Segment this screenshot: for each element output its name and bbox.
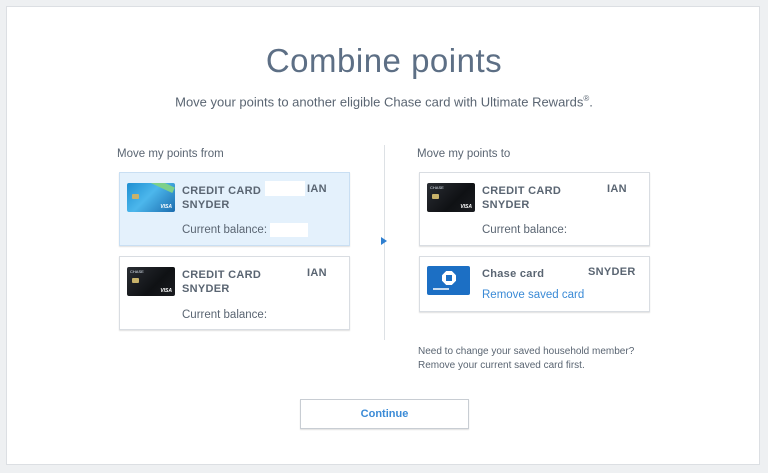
redacted-block: [265, 181, 305, 196]
remove-saved-card-link[interactable]: Remove saved card: [482, 289, 584, 301]
chase-sapphire-card-icon: CHASE VISA: [127, 267, 175, 296]
note-line-2: Remove your current saved card first.: [418, 359, 585, 371]
card-name: CREDIT CARD: [482, 185, 562, 197]
card-chip: [432, 194, 439, 199]
card-holder-name: SNYDER: [182, 199, 230, 211]
card-name-suffix: IAN: [607, 183, 627, 195]
card-name-suffix: IAN: [307, 267, 327, 279]
current-balance-label: Current balance:: [182, 309, 268, 321]
household-note: Need to change your saved household memb…: [418, 345, 634, 372]
card-name-suffix: SNYDER: [588, 266, 636, 278]
subtitle-text: Move your points to another eligible Cha…: [175, 94, 584, 110]
card-name-suffix: IAN: [307, 183, 327, 195]
page-subtitle: Move your points to another eligible Cha…: [0, 94, 768, 109]
from-card-option[interactable]: CHASE VISA CREDIT CARD IAN SNYDER Curren…: [119, 256, 350, 330]
card-line: [433, 288, 449, 290]
chase-freedom-card-icon: VISA: [127, 183, 175, 212]
saved-destination-card: Chase card SNYDER Remove saved card: [419, 256, 650, 312]
redacted-balance: [270, 223, 308, 237]
chase-sapphire-card-icon: CHASE VISA: [427, 183, 475, 212]
card-brand-mark: CHASE: [130, 269, 144, 274]
current-balance-label: Current balance:: [482, 224, 568, 236]
note-line-1: Need to change your saved household memb…: [418, 346, 635, 357]
current-balance-label: Current balance:: [182, 224, 268, 236]
chase-logo-icon: [427, 266, 470, 295]
card-holder-name: SNYDER: [482, 199, 530, 211]
to-card-option[interactable]: CHASE VISA CREDIT CARD IAN SNYDER Curren…: [419, 172, 650, 246]
card-brand-mark: CHASE: [430, 185, 444, 190]
card-chip: [132, 278, 139, 283]
subtitle-period: .: [589, 94, 593, 110]
visa-logo: VISA: [160, 204, 172, 210]
from-column-label: Move my points from: [117, 148, 224, 160]
visa-logo: VISA: [160, 288, 172, 294]
chase-octagon-center: [446, 275, 452, 281]
visa-logo: VISA: [460, 204, 472, 210]
card-name: CREDIT CARD: [182, 269, 262, 281]
card-name: Chase card: [482, 268, 545, 280]
card-stripe: [145, 183, 175, 194]
continue-button[interactable]: Continue: [300, 399, 469, 429]
card-chip: [132, 194, 139, 199]
card-holder-name: SNYDER: [182, 283, 230, 295]
page-title: Combine points: [265, 42, 503, 79]
card-name: CREDIT CARD: [182, 185, 262, 197]
arrow-right-icon: [381, 237, 387, 245]
to-column-label: Move my points to: [417, 148, 511, 160]
from-card-option[interactable]: VISA CREDIT CARD IAN SNYDER Current bala…: [119, 172, 350, 246]
